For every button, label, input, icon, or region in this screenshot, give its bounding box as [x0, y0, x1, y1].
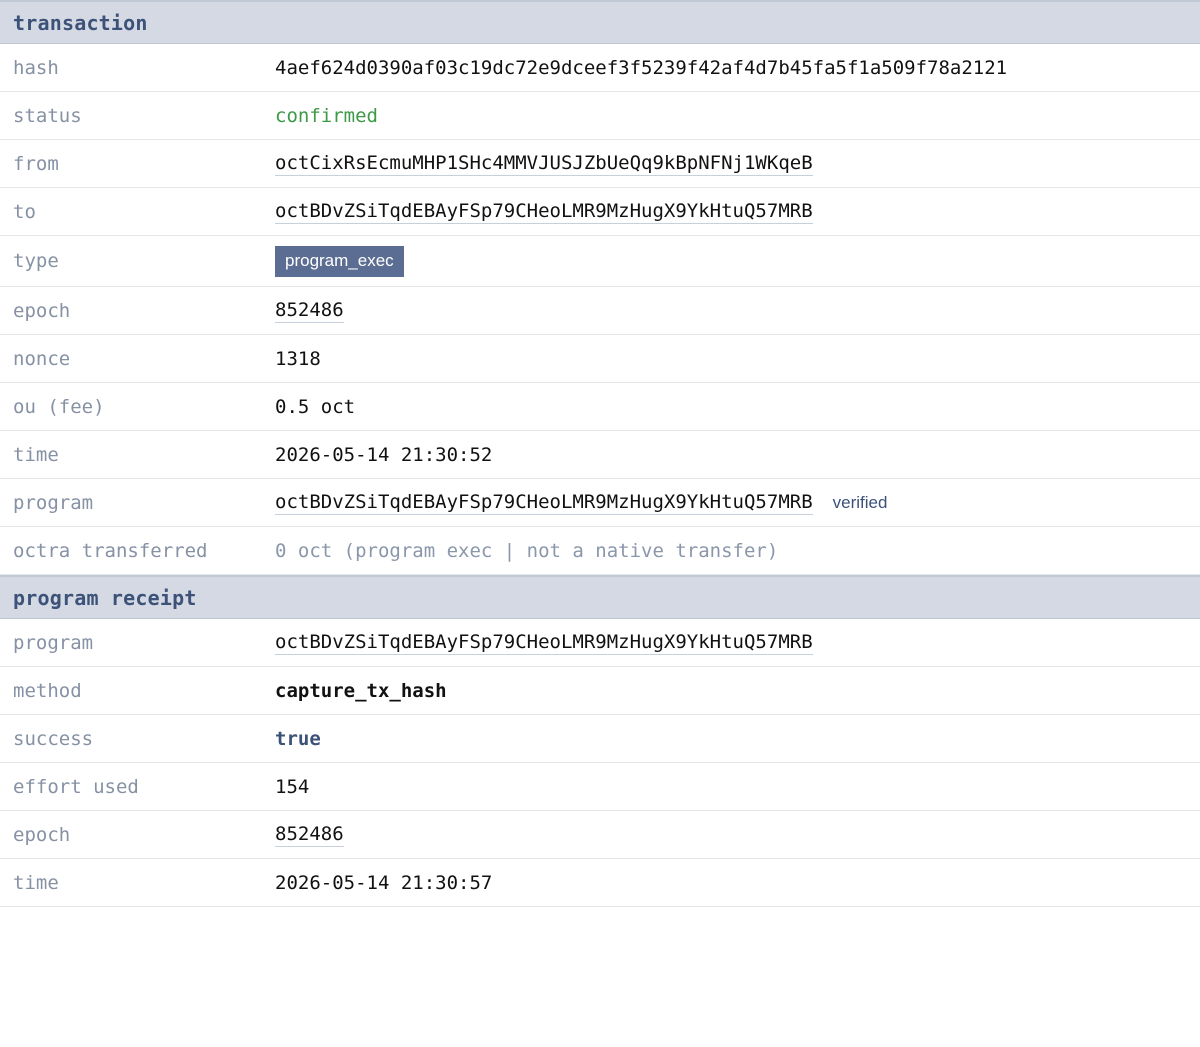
receipt-program-link[interactable]: octBDvZSiTqdEBAyFSp79CHeoLMR9MzHugX9YkHt…: [275, 631, 813, 655]
method-value: capture_tx_hash: [275, 679, 447, 702]
time-label: time: [13, 443, 59, 466]
row-receipt-time: time 2026-05-14 21:30:57: [0, 859, 1200, 907]
epoch-value-wrap: 852486: [275, 299, 344, 323]
program-address-link[interactable]: octBDvZSiTqdEBAyFSp79CHeoLMR9MzHugX9YkHt…: [275, 491, 813, 515]
effort-label: effort used: [13, 775, 139, 798]
type-label: type: [13, 250, 59, 272]
row-epoch: epoch 852486: [0, 287, 1200, 335]
row-fee: ou (fee) 0.5 oct: [0, 383, 1200, 431]
hash-value: 4aef624d0390af03c19dc72e9dceef3f5239f42a…: [275, 56, 1008, 79]
to-address-link[interactable]: octBDvZSiTqdEBAyFSp79CHeoLMR9MzHugX9YkHt…: [275, 200, 813, 224]
verified-label: verified: [832, 492, 888, 512]
receipt-section: program receipt program octBDvZSiTqdEBAy…: [0, 575, 1200, 907]
from-label: from: [13, 152, 59, 175]
receipt-time-label: time: [13, 871, 59, 894]
receipt-program-wrap: octBDvZSiTqdEBAyFSp79CHeoLMR9MzHugX9YkHt…: [275, 631, 813, 655]
row-receipt-epoch: epoch 852486: [0, 811, 1200, 859]
receipt-epoch-wrap: 852486: [275, 823, 344, 847]
from-address-link[interactable]: octCixRsEcmuMHP1SHc4MMVJUSJZbUeQq9kBpNFN…: [275, 152, 813, 176]
row-effort: effort used 154: [0, 763, 1200, 811]
fee-value: 0.5 oct: [275, 395, 356, 418]
section-header-receipt: program receipt: [0, 575, 1200, 619]
nonce-value: 1318: [275, 347, 321, 370]
fee-label: ou (fee): [13, 395, 105, 418]
row-type: type program_exec: [0, 236, 1200, 287]
method-label: method: [13, 679, 82, 702]
receipt-epoch-label: epoch: [13, 823, 71, 846]
success-label: success: [13, 727, 94, 750]
program-label: program: [13, 491, 94, 514]
section-header-transaction: transaction: [0, 0, 1200, 44]
row-time: time 2026-05-14 21:30:52: [0, 431, 1200, 479]
row-hash: hash 4aef624d0390af03c19dc72e9dceef3f523…: [0, 44, 1200, 92]
time-value: 2026-05-14 21:30:52: [275, 443, 493, 466]
row-method: method capture_tx_hash: [0, 667, 1200, 715]
row-success: success true: [0, 715, 1200, 763]
transferred-label: octra transferred: [13, 539, 208, 562]
row-nonce: nonce 1318: [0, 335, 1200, 383]
success-value: true: [275, 727, 321, 750]
nonce-label: nonce: [13, 347, 71, 370]
epoch-link[interactable]: 852486: [275, 299, 344, 323]
receipt-time-value: 2026-05-14 21:30:57: [275, 871, 493, 894]
row-program: program octBDvZSiTqdEBAyFSp79CHeoLMR9MzH…: [0, 479, 1200, 527]
receipt-epoch-link[interactable]: 852486: [275, 823, 344, 847]
program-value-wrap: octBDvZSiTqdEBAyFSp79CHeoLMR9MzHugX9YkHt…: [275, 491, 887, 515]
transferred-value: 0 oct (program exec | not a native trans…: [275, 539, 779, 562]
row-status: status confirmed: [0, 92, 1200, 140]
status-value: confirmed: [275, 104, 378, 127]
row-from: from octCixRsEcmuMHP1SHc4MMVJUSJZbUeQq9k…: [0, 140, 1200, 188]
row-transferred: octra transferred 0 oct (program exec | …: [0, 527, 1200, 575]
epoch-label: epoch: [13, 299, 71, 322]
from-value-wrap: octCixRsEcmuMHP1SHc4MMVJUSJZbUeQq9kBpNFN…: [275, 152, 813, 176]
row-receipt-program: program octBDvZSiTqdEBAyFSp79CHeoLMR9MzH…: [0, 619, 1200, 667]
type-value-wrap: program_exec: [275, 245, 404, 277]
hash-label: hash: [13, 56, 59, 79]
effort-value: 154: [275, 775, 310, 798]
status-label: status: [13, 104, 82, 127]
to-value-wrap: octBDvZSiTqdEBAyFSp79CHeoLMR9MzHugX9YkHt…: [275, 200, 813, 224]
row-to: to octBDvZSiTqdEBAyFSp79CHeoLMR9MzHugX9Y…: [0, 188, 1200, 236]
transaction-section: transaction hash 4aef624d0390af03c19dc72…: [0, 0, 1200, 575]
to-label: to: [13, 200, 36, 223]
type-badge: program_exec: [275, 245, 404, 277]
receipt-program-label: program: [13, 631, 94, 654]
